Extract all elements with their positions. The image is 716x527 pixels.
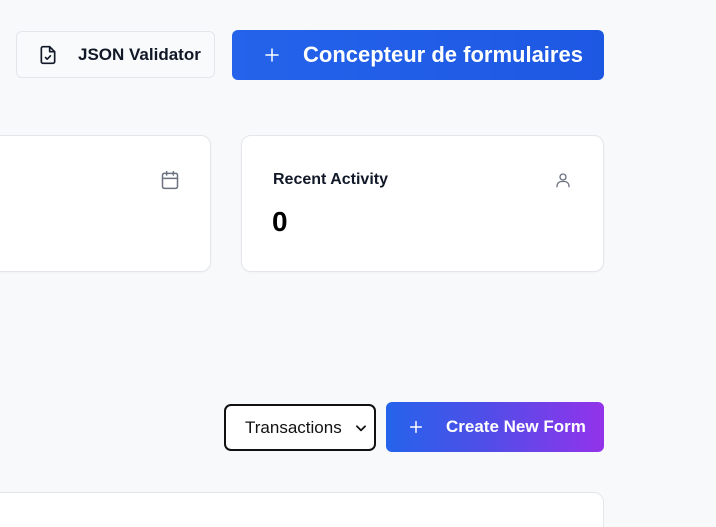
create-new-form-label: Create New Form — [446, 417, 586, 436]
chevron-down-icon — [354, 421, 368, 435]
form-type-selected: Transactions — [245, 417, 342, 437]
forms-list-panel — [0, 492, 604, 527]
json-validator-button[interactable]: JSON Validator — [16, 31, 215, 78]
json-validator-label: JSON Validator — [78, 44, 201, 64]
create-new-form-button[interactable]: Create New Form — [386, 402, 604, 452]
plus-icon — [263, 46, 281, 64]
dashboard-page: JSON Validator Concepteur de formulaires… — [0, 0, 716, 527]
recent-activity-value: 0 — [272, 206, 288, 237]
calendar-icon — [160, 170, 180, 190]
stat-card — [0, 135, 211, 272]
user-icon — [554, 170, 572, 190]
plus-icon — [408, 419, 424, 435]
form-builder-button[interactable]: Concepteur de formulaires — [232, 30, 604, 80]
recent-activity-card: Recent Activity 0 — [241, 135, 604, 272]
file-check-icon — [38, 45, 58, 65]
recent-activity-title: Recent Activity — [273, 171, 388, 188]
form-builder-label: Concepteur de formulaires — [303, 42, 583, 67]
form-type-select[interactable]: Transactions — [224, 404, 376, 451]
